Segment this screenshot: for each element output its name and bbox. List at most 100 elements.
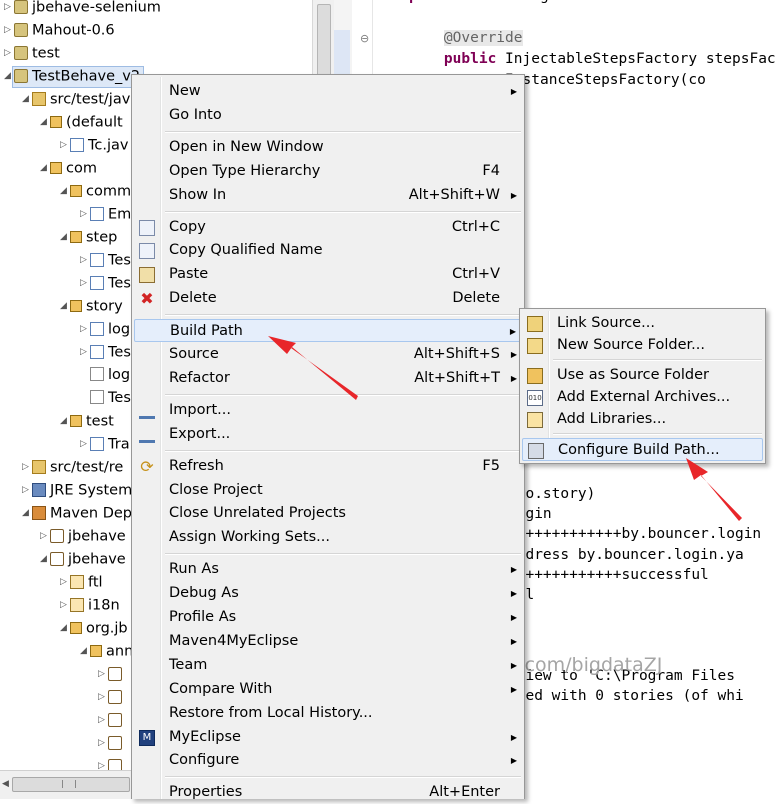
collapsed-arrow-icon[interactable]: ▷ (4, 0, 14, 19)
tree-item[interactable]: ◢ (default (40, 111, 123, 134)
collapsed-arrow-icon[interactable]: ▷ (4, 19, 14, 42)
menu-item-copy[interactable]: Copy Ctrl+C (134, 216, 522, 239)
menu-item-configure[interactable]: Configure ▶ (134, 749, 522, 772)
expanded-arrow-icon[interactable]: ◢ (60, 180, 70, 203)
menu-item-run-as[interactable]: Run As ▶ (134, 558, 522, 581)
menu-item-source[interactable]: Source Alt+Shift+S ▶ (134, 343, 522, 366)
collapsed-arrow-icon[interactable]: ▷ (98, 686, 108, 709)
tree-item[interactable]: ◢ test (60, 410, 114, 433)
collapsed-arrow-icon[interactable]: ▷ (80, 272, 90, 295)
expanded-arrow-icon[interactable]: ◢ (40, 157, 50, 180)
collapsed-arrow-icon[interactable]: ▷ (22, 456, 32, 479)
tree-item[interactable]: ▷ Tes (80, 341, 131, 364)
tree-item[interactable]: ▷ jbehave-selenium (4, 0, 161, 19)
tree-item[interactable]: ◢ Maven Dep (22, 502, 132, 525)
menu-item-close-project[interactable]: Close Project (134, 479, 522, 502)
expanded-arrow-icon[interactable]: ◢ (40, 111, 50, 134)
menu-item-go-into[interactable]: Go Into (134, 104, 522, 127)
tree-item[interactable]: ◢ com (40, 157, 97, 180)
expanded-arrow-icon[interactable]: ◢ (60, 617, 70, 640)
collapsed-arrow-icon[interactable]: ▷ (22, 479, 32, 502)
menu-item-build-path[interactable]: Build Path ▶ (134, 319, 522, 343)
tree-item[interactable]: ▷ (98, 755, 126, 770)
tree-item[interactable]: ▷ Em (80, 203, 131, 226)
tree-item[interactable]: Tes (80, 387, 131, 410)
tree-item[interactable]: ▷ (98, 686, 126, 709)
collapsed-arrow-icon[interactable]: ▷ (98, 663, 108, 686)
menu-item-show-in[interactable]: Show In Alt+Shift+W ▶ (134, 184, 522, 207)
expanded-arrow-icon[interactable]: ◢ (60, 410, 70, 433)
expanded-arrow-icon[interactable]: ◢ (80, 640, 90, 663)
tree-item[interactable]: ▷ (98, 663, 126, 686)
tree-item[interactable]: ▷ ftl (60, 571, 103, 594)
menu-item-debug-as[interactable]: Debug As ▶ (134, 582, 522, 605)
fold-collapse-icon[interactable]: ⊖ (360, 32, 369, 45)
tree-item[interactable]: ▷ (98, 709, 126, 732)
menu-item-new[interactable]: New ▶ (134, 80, 522, 103)
menu-item-paste[interactable]: Paste Ctrl+V (134, 263, 522, 286)
menu-item-copy-qualified-name[interactable]: Copy Qualified Name (134, 239, 522, 262)
tree-item[interactable]: ▷ JRE System (22, 479, 132, 502)
menu-item-link-source[interactable]: Link Source... (522, 312, 763, 335)
collapsed-arrow-icon[interactable]: ▷ (98, 732, 108, 755)
tree-item[interactable]: log (80, 364, 130, 387)
menu-item-delete[interactable]: ✖ Delete Delete (134, 287, 522, 310)
menu-item-open-type-hierarchy[interactable]: Open Type Hierarchy F4 (134, 160, 522, 183)
menu-item-profile-as[interactable]: Profile As ▶ (134, 606, 522, 629)
scroll-left-icon[interactable]: ◀ (2, 779, 9, 789)
tree-item[interactable]: ◢ comm (60, 180, 131, 203)
tree-item[interactable]: ▷ Tc.jav (60, 134, 128, 157)
tree-item[interactable]: ▷ src/test/re (22, 456, 123, 479)
menu-item-refresh[interactable]: ⟳ Refresh F5 (134, 455, 522, 478)
menu-item-configure-build-path[interactable]: Configure Build Path... (522, 438, 763, 461)
tree-item[interactable]: ▷ Mahout-0.6 (4, 19, 115, 42)
tree-item[interactable]: ◢ ann (80, 640, 133, 663)
collapsed-arrow-icon[interactable]: ▷ (80, 249, 90, 272)
collapsed-arrow-icon[interactable]: ▷ (60, 594, 70, 617)
expanded-arrow-icon[interactable]: ◢ (4, 65, 14, 88)
menu-item-compare-with[interactable]: Compare With ▶ (134, 678, 522, 701)
menu-item-team[interactable]: Team ▶ (134, 654, 522, 677)
tree-item[interactable]: ▷ test (4, 42, 60, 65)
collapsed-arrow-icon[interactable]: ▷ (4, 42, 14, 65)
tree-item[interactable]: ▷ (98, 732, 126, 755)
menu-item-refactor[interactable]: Refactor Alt+Shift+T ▶ (134, 367, 522, 390)
tree-item[interactable]: ◢ src/test/jav (22, 88, 130, 111)
menu-item-myeclipse[interactable]: M MyEclipse ▶ (134, 726, 522, 749)
tree-item[interactable]: ◢ story (60, 295, 123, 318)
tree-item[interactable]: ▷ Tes (80, 249, 131, 272)
tree-item[interactable]: ◢ org.jb (60, 617, 128, 640)
expanded-arrow-icon[interactable]: ◢ (60, 226, 70, 249)
menu-item-add-external-archives[interactable]: 010 Add External Archives... (522, 386, 763, 409)
menu-item-assign-working-sets[interactable]: Assign Working Sets... (134, 526, 522, 549)
menu-item-new-source-folder[interactable]: New Source Folder... (522, 334, 763, 357)
menu-item-restore-from-local-history[interactable]: Restore from Local History... (134, 702, 522, 725)
collapsed-arrow-icon[interactable]: ▷ (40, 525, 50, 548)
tree-item[interactable]: ▷ log (80, 318, 130, 341)
tree-item[interactable]: ◢ step (60, 226, 117, 249)
collapsed-arrow-icon[interactable]: ▷ (80, 341, 90, 364)
tree-item[interactable]: ◢ jbehave (40, 548, 126, 571)
menu-item-maven4myeclipse[interactable]: Maven4MyEclipse ▶ (134, 630, 522, 653)
collapsed-arrow-icon[interactable]: ▷ (60, 134, 70, 157)
collapsed-arrow-icon[interactable]: ▷ (60, 571, 70, 594)
menu-item-import[interactable]: Import... (134, 399, 522, 422)
collapsed-arrow-icon[interactable]: ▷ (98, 755, 108, 770)
menu-item-open-in-new-window[interactable]: Open in New Window (134, 136, 522, 159)
expanded-arrow-icon[interactable]: ◢ (60, 295, 70, 318)
menu-item-export[interactable]: Export... (134, 423, 522, 446)
collapsed-arrow-icon[interactable]: ▷ (80, 203, 90, 226)
menu-item-close-unrelated-projects[interactable]: Close Unrelated Projects (134, 502, 522, 525)
menu-item-properties[interactable]: Properties Alt+Enter (134, 781, 522, 804)
collapsed-arrow-icon[interactable]: ▷ (80, 318, 90, 341)
collapsed-arrow-icon[interactable]: ▷ (80, 433, 90, 456)
expanded-arrow-icon[interactable]: ◢ (40, 548, 50, 571)
tree-item[interactable]: ▷ Tra (80, 433, 130, 456)
expanded-arrow-icon[interactable]: ◢ (22, 502, 32, 525)
tree-item[interactable]: ▷ i18n (60, 594, 120, 617)
collapsed-arrow-icon[interactable]: ▷ (98, 709, 108, 732)
tree-item[interactable]: ▷ Tes (80, 272, 131, 295)
tree-item[interactable]: ◢ TestBehave_v2 (4, 65, 140, 88)
menu-item-use-as-source-folder[interactable]: Use as Source Folder (522, 364, 763, 387)
menu-item-add-libraries[interactable]: Add Libraries... (522, 408, 763, 431)
